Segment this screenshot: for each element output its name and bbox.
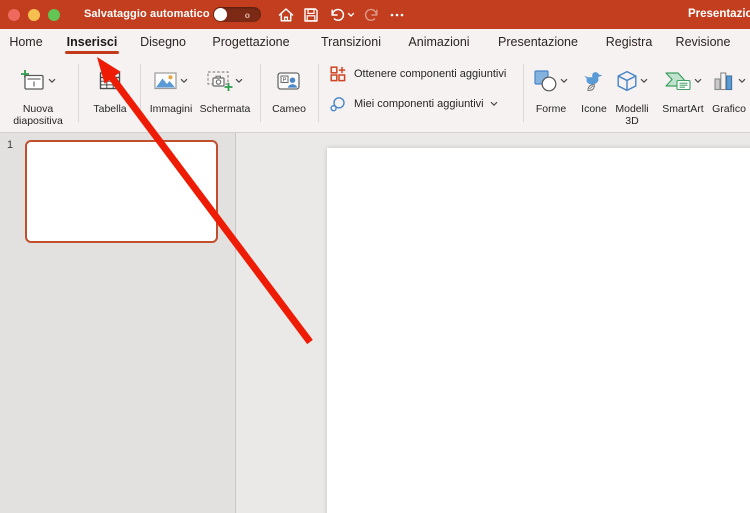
icons-button[interactable]: Icone xyxy=(576,60,612,115)
chevron-down-icon xyxy=(235,78,243,84)
tab-progettazione[interactable]: Progettazione xyxy=(212,35,289,49)
tab-inserisci[interactable]: Inserisci xyxy=(67,35,118,49)
get-addins-icon xyxy=(330,66,346,82)
slide-number: 1 xyxy=(7,139,14,151)
active-tab-underline xyxy=(65,51,119,54)
screenshot-label: Schermata xyxy=(199,103,251,115)
models3d-label: Modelli 3D xyxy=(615,103,649,127)
tab-animazioni[interactable]: Animazioni xyxy=(408,35,469,49)
minimize-window-button[interactable] xyxy=(28,9,40,21)
undo-menu-chevron-icon[interactable] xyxy=(346,6,356,24)
screenshot-button[interactable]: Schermata xyxy=(197,60,253,115)
cameo-label: Cameo xyxy=(272,103,306,115)
smartart-icon xyxy=(665,71,691,90)
editing-canvas xyxy=(237,133,750,513)
screenshot-icon xyxy=(207,70,233,91)
icons-label: Icone xyxy=(581,103,607,115)
new-slide-label: Nuova diapositiva xyxy=(13,103,63,127)
new-slide-button[interactable]: Nuova diapositiva xyxy=(2,60,74,127)
chevron-down-icon xyxy=(560,78,568,84)
chart-button[interactable]: Grafico xyxy=(705,60,750,115)
chevron-down-icon xyxy=(180,78,188,84)
table-label: Tabella xyxy=(93,103,127,115)
shapes-label: Forme xyxy=(535,103,567,115)
cameo-button[interactable]: P Cameo xyxy=(266,60,312,115)
shapes-icon xyxy=(534,70,557,92)
chevron-down-icon xyxy=(738,78,746,84)
more-options-icon[interactable] xyxy=(388,6,406,24)
workspace: 1 xyxy=(0,133,750,513)
smartart-button[interactable]: SmartArt xyxy=(655,60,711,115)
my-addins-icon xyxy=(330,97,345,112)
autosave-label: Salvataggio automatico xyxy=(84,8,210,20)
chevron-down-icon xyxy=(48,78,56,84)
shapes-button[interactable]: Forme xyxy=(527,60,575,115)
smartart-label: SmartArt xyxy=(662,103,704,115)
close-window-button[interactable] xyxy=(8,9,20,21)
svg-text:P: P xyxy=(283,77,287,83)
tab-revisione[interactable]: Revisione xyxy=(676,35,731,49)
get-addins-label: Ottenere componenti aggiuntivi xyxy=(354,68,507,80)
redo-icon[interactable] xyxy=(363,6,381,24)
slides-panel: 1 xyxy=(0,133,236,513)
picture-icon xyxy=(154,72,177,90)
bar-chart-icon xyxy=(714,71,733,90)
tab-presentazione[interactable]: Presentazione xyxy=(498,35,578,49)
group-divider xyxy=(140,64,141,122)
group-divider xyxy=(260,64,261,122)
models3d-button[interactable]: Modelli 3D xyxy=(610,60,654,127)
undo-icon[interactable] xyxy=(328,6,346,24)
toggle-knob xyxy=(214,8,227,21)
toggle-off-glyph: o xyxy=(244,9,250,20)
group-divider xyxy=(318,64,319,122)
cameo-icon: P xyxy=(277,71,300,90)
group-divider xyxy=(78,64,79,122)
cube-3d-icon xyxy=(617,70,637,92)
table-button[interactable]: Tabella xyxy=(84,60,136,115)
my-addins-button[interactable]: Miei componenti aggiuntivi xyxy=(330,95,498,113)
chevron-down-icon xyxy=(640,78,648,84)
my-addins-label: Miei componenti aggiuntivi xyxy=(354,98,484,110)
table-icon xyxy=(99,72,121,90)
chevron-down-icon xyxy=(694,78,702,84)
tab-registra[interactable]: Registra xyxy=(606,35,653,49)
title-bar: Salvataggio automatico o Presentazione xyxy=(0,0,750,29)
chart-label: Grafico xyxy=(712,103,746,115)
save-icon[interactable] xyxy=(302,6,320,24)
get-addins-button[interactable]: Ottenere componenti aggiuntivi xyxy=(330,65,506,83)
slide-editing-surface[interactable] xyxy=(327,148,750,513)
tab-transizioni[interactable]: Transizioni xyxy=(321,35,381,49)
zoom-window-button[interactable] xyxy=(48,9,60,21)
pictures-button[interactable]: Immagini xyxy=(144,60,198,115)
chevron-down-icon xyxy=(490,101,498,107)
new-slide-icon xyxy=(21,70,44,90)
group-divider xyxy=(523,64,524,122)
duck-icon xyxy=(584,72,603,92)
home-icon[interactable] xyxy=(277,6,295,24)
document-title: Presentazione xyxy=(688,8,750,20)
ribbon-tab-bar: Home Inserisci Disegno Progettazione Tra… xyxy=(0,29,750,56)
ribbon: Nuova diapositiva Tabella Immagini Scher… xyxy=(0,56,750,133)
tab-disegno[interactable]: Disegno xyxy=(140,35,186,49)
autosave-toggle[interactable]: o xyxy=(213,7,261,22)
slide-thumbnail-1[interactable] xyxy=(25,140,218,243)
tab-home[interactable]: Home xyxy=(9,35,42,49)
pictures-label: Immagini xyxy=(149,103,193,115)
